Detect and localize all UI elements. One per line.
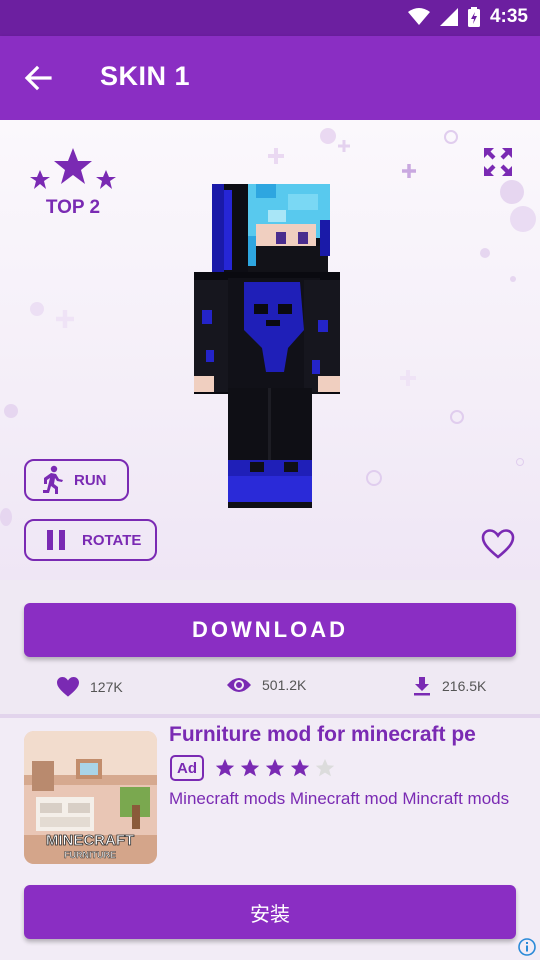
rotate-label: ROTATE	[82, 531, 142, 549]
decor-sparkle-icon	[400, 370, 416, 386]
ad-title[interactable]: Furniture mod for minecraft pe	[169, 723, 476, 747]
decor-bubble	[366, 470, 382, 486]
back-arrow-icon[interactable]	[22, 62, 54, 94]
decor-sparkle-icon	[338, 140, 350, 152]
app-bar: SKIN 1	[0, 36, 540, 120]
download-button[interactable]: DOWNLOAD	[24, 603, 516, 657]
signal-icon	[439, 8, 458, 26]
star-filled-icon	[240, 758, 260, 777]
decor-bubble	[510, 276, 516, 282]
decor-bubble	[510, 206, 536, 232]
decor-bubble	[450, 410, 464, 424]
ad-rating	[214, 757, 336, 779]
views-stat: 501.2K	[226, 676, 306, 694]
downloads-count: 216.5K	[442, 678, 487, 694]
info-icon[interactable]	[518, 938, 536, 956]
stats-row: 127K 501.2K 216.5K	[0, 676, 540, 704]
favorite-heart-icon[interactable]	[481, 528, 515, 560]
decor-bubble	[30, 302, 44, 316]
decor-bubble	[444, 130, 458, 144]
ad-thumbnail[interactable]: MINECRAFT FURNITURE	[24, 731, 157, 864]
run-label: RUN	[74, 471, 107, 489]
decor-bubble	[320, 128, 336, 144]
run-button[interactable]: RUN	[24, 459, 129, 501]
download-icon	[414, 677, 430, 696]
rotate-button[interactable]: ROTATE	[24, 519, 157, 561]
star-filled-icon	[215, 758, 235, 777]
downloads-stat: 216.5K	[412, 676, 486, 696]
rank-badge: TOP 2	[28, 146, 118, 219]
heart-icon	[57, 677, 79, 697]
skin-preview	[194, 184, 340, 508]
status-icons: 4:35	[407, 6, 528, 28]
page-title: SKIN 1	[100, 61, 191, 91]
install-button[interactable]: 安装	[24, 885, 516, 939]
status-bar: 4:35	[0, 0, 540, 36]
wifi-icon	[407, 8, 430, 25]
decor-bubble	[516, 458, 524, 466]
status-time: 4:35	[489, 6, 528, 27]
likes-count: 127K	[90, 679, 123, 695]
decor-sparkle-icon	[268, 148, 284, 164]
ad-badge: Ad	[170, 755, 204, 781]
eye-icon	[227, 678, 251, 692]
fullscreen-icon[interactable]	[480, 144, 516, 180]
ad-banner[interactable]: MINECRAFT FURNITURE Furniture mod for mi…	[0, 718, 540, 960]
decor-sparkle-icon	[402, 164, 416, 178]
ad-thumb-title: MINECRAFT	[46, 832, 134, 849]
rank-label: TOP 2	[45, 197, 101, 218]
ad-description: Minecraft mods Minecraft mod Mincraft mo…	[169, 789, 510, 808]
pause-icon	[47, 530, 65, 550]
views-count: 501.2K	[262, 677, 307, 693]
ad-thumb-subtitle: FURNITURE	[64, 850, 116, 860]
decor-bubble	[0, 508, 12, 526]
star-filled-icon	[290, 758, 310, 777]
decor-bubble	[4, 404, 18, 418]
battery-icon	[467, 7, 480, 27]
stars-icon	[30, 148, 116, 189]
skin-viewer[interactable]: TOP 2 RUN ROTATE	[0, 120, 540, 580]
decor-bubble	[480, 248, 490, 258]
star-empty-icon	[315, 758, 335, 777]
decor-bubble	[500, 180, 524, 204]
star-filled-icon	[265, 758, 285, 777]
running-person-icon	[43, 465, 63, 494]
decor-sparkle-icon	[56, 310, 74, 328]
likes-stat: 127K	[56, 676, 123, 698]
